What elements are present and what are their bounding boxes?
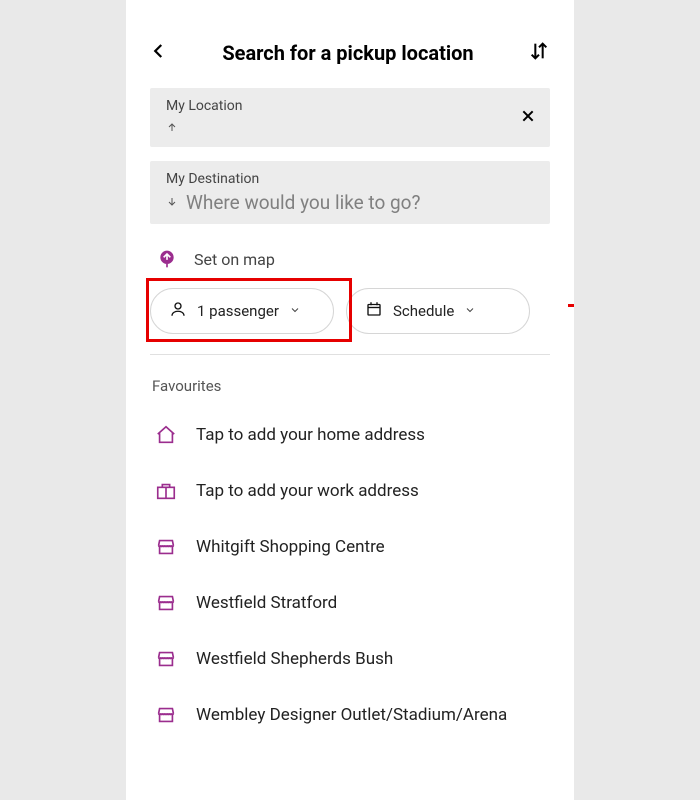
page-title: Search for a pickup location	[222, 41, 473, 65]
pickup-label: My Location	[166, 98, 243, 114]
favourites-list: Tap to add your home address Tap to add …	[150, 409, 550, 741]
favourite-item[interactable]: Whitgift Shopping Centre	[150, 521, 550, 573]
arrow-down-icon	[166, 193, 178, 212]
back-icon[interactable]	[150, 42, 168, 64]
destination-placeholder: Where would you like to go?	[186, 191, 421, 214]
shop-icon	[154, 647, 178, 671]
favourite-label: Westfield Stratford	[196, 593, 337, 613]
favourite-label: Westfield Shepherds Bush	[196, 649, 393, 669]
favourite-item[interactable]: Westfield Stratford	[150, 577, 550, 629]
highlight-tick	[568, 304, 574, 307]
destination-label: My Destination	[166, 171, 421, 187]
header: Search for a pickup location	[126, 0, 574, 88]
map-pin-icon	[156, 248, 178, 270]
shop-icon	[154, 703, 178, 727]
favourites-title: Favourites	[152, 377, 550, 395]
content: My Location My Destination Where woul	[126, 88, 574, 741]
destination-box[interactable]: My Destination Where would you like to g…	[150, 161, 550, 224]
passenger-chip[interactable]: 1 passenger	[150, 288, 334, 334]
chevron-down-icon	[464, 302, 476, 320]
favourite-home[interactable]: Tap to add your home address	[150, 409, 550, 461]
schedule-chip-label: Schedule	[393, 302, 454, 320]
favourite-label: Tap to add your work address	[196, 481, 419, 501]
person-icon	[169, 300, 187, 322]
set-on-map-row[interactable]: Set on map	[150, 238, 550, 288]
home-icon	[154, 423, 178, 447]
pickup-box[interactable]: My Location	[150, 88, 550, 147]
favourite-item[interactable]: Wembley Designer Outlet/Stadium/Arena	[150, 689, 550, 741]
chip-row: 1 passenger Schedule	[150, 288, 550, 355]
favourite-item[interactable]: Westfield Shepherds Bush	[150, 633, 550, 685]
shop-icon	[154, 535, 178, 559]
favourite-work[interactable]: Tap to add your work address	[150, 465, 550, 517]
app-screen: Search for a pickup location My Location	[126, 0, 574, 800]
favourite-label: Wembley Designer Outlet/Stadium/Arena	[196, 705, 507, 725]
clear-pickup-icon[interactable]	[520, 108, 536, 128]
favourite-label: Tap to add your home address	[196, 425, 425, 445]
arrow-up-icon	[166, 118, 178, 137]
set-on-map-label: Set on map	[194, 250, 275, 269]
chevron-down-icon	[289, 302, 301, 320]
calendar-icon	[365, 300, 383, 322]
shop-icon	[154, 591, 178, 615]
briefcase-icon	[154, 479, 178, 503]
passenger-chip-label: 1 passenger	[197, 302, 279, 320]
swap-icon[interactable]	[528, 40, 550, 66]
schedule-chip[interactable]: Schedule	[346, 288, 530, 334]
favourite-label: Whitgift Shopping Centre	[196, 537, 385, 557]
